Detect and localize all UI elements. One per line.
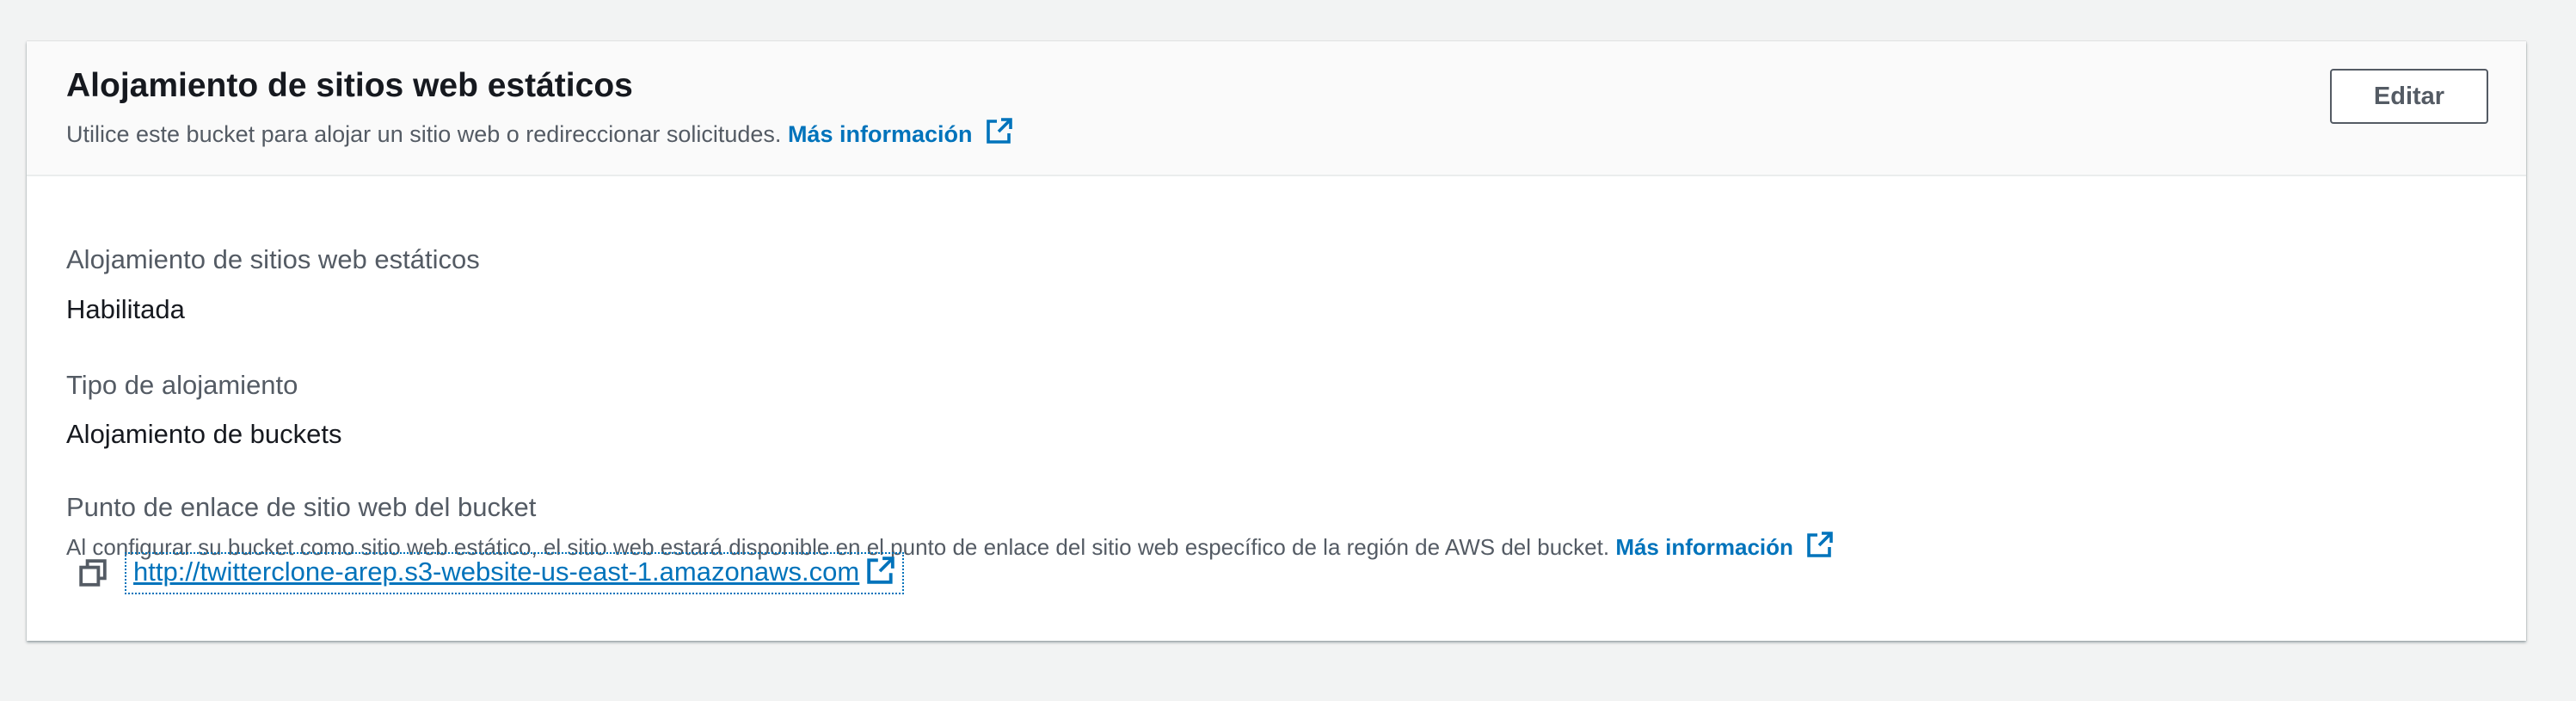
endpoint-label: Punto de enlace de sitio web del bucket: [66, 492, 537, 522]
copy-icon[interactable]: [78, 558, 108, 587]
hosting-label: Alojamiento de sitios web estáticos: [66, 244, 480, 274]
panel-header: Alojamiento de sitios web estáticos Util…: [27, 41, 2526, 176]
panel-description-text: Utilice este bucket para alojar un sitio…: [66, 121, 782, 147]
endpoint-row: http://twitterclone-arep.s3-website-us-e…: [78, 549, 905, 597]
endpoint-url-link[interactable]: http://twitterclone-arep.s3-website-us-e…: [133, 556, 859, 587]
panel-description: Utilice este bucket para alojar un sitio…: [66, 117, 1013, 154]
external-link-icon: [1806, 531, 1834, 568]
endpoint-learn-more-label: Más información: [1615, 534, 1793, 560]
edit-button[interactable]: Editar: [2330, 69, 2488, 124]
static-website-hosting-panel: Alojamiento de sitios web estáticos Util…: [27, 41, 2526, 641]
hosting-type-label: Tipo de alojamiento: [66, 370, 298, 400]
panel-title: Alojamiento de sitios web estáticos: [66, 67, 633, 104]
learn-more-label: Más información: [787, 121, 973, 147]
learn-more-link[interactable]: Más información: [787, 118, 1013, 147]
hosting-value: Habilitada: [66, 294, 185, 324]
hosting-type-value: Alojamiento de buckets: [66, 419, 342, 449]
external-link-icon: [986, 117, 1013, 154]
endpoint-learn-more-link[interactable]: Más información: [1615, 531, 1834, 560]
endpoint-link-box: http://twitterclone-arep.s3-website-us-e…: [125, 551, 905, 594]
external-link-icon[interactable]: [866, 556, 895, 589]
